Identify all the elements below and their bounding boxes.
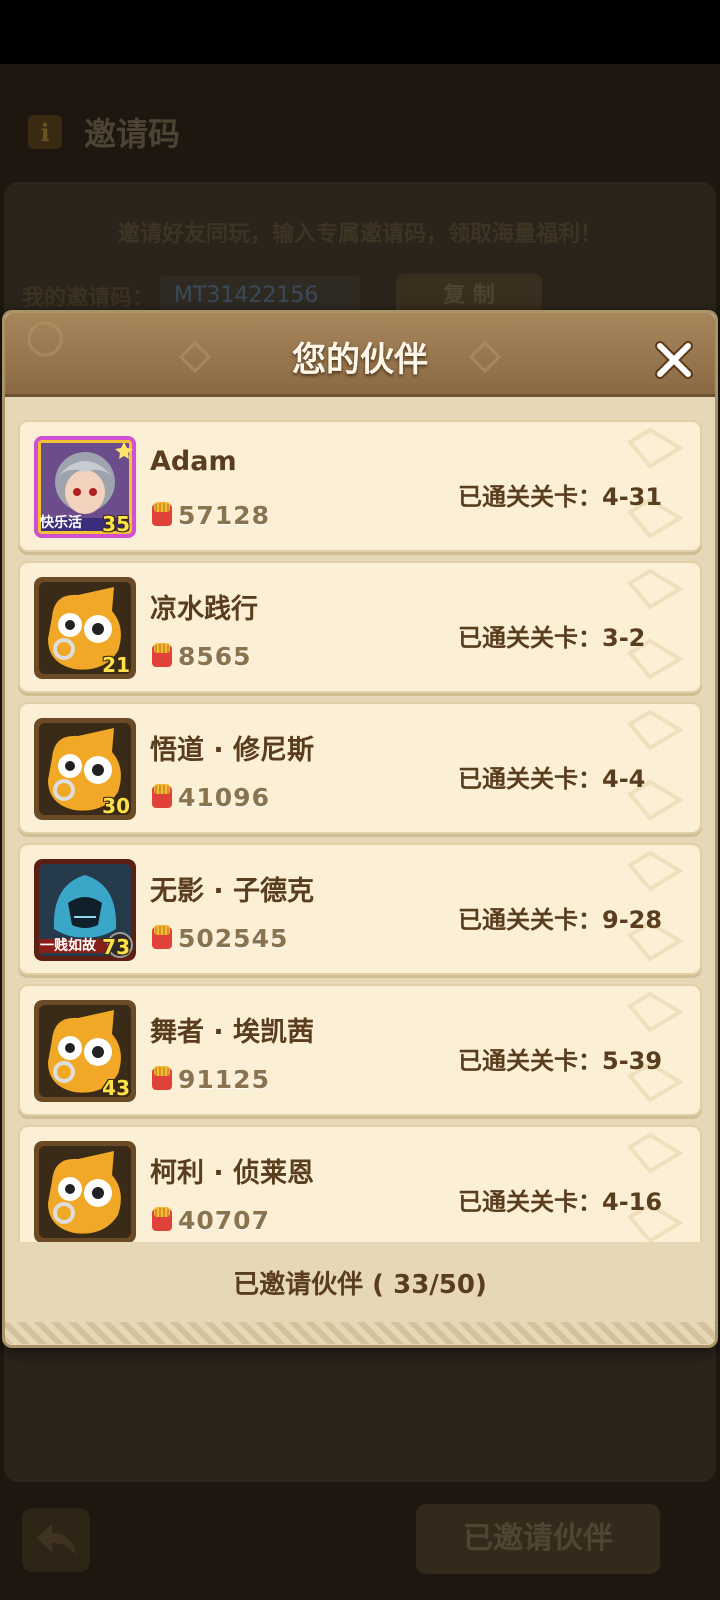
partner-card[interactable]: 43 舞者 · 埃凯茜 91125 已通关关卡：5-39 [18,984,702,1116]
partner-list[interactable]: 快乐活 35 Adam 57128 已通关关卡：4-31 21 凉水践行 856… [18,420,702,1242]
back-button [22,1508,90,1572]
stage-progress: 已通关关卡：5-39 [458,1047,663,1075]
fist-icon [152,502,172,526]
power-row: 40707 [150,1205,270,1235]
avatar[interactable]: 21 [34,577,136,679]
level-badge: 35 [102,512,130,536]
power-value: 40707 [178,1205,270,1235]
level-badge: 43 [102,1076,130,1100]
power-value: 91125 [178,1064,270,1094]
level-badge: 73 [102,935,130,959]
avatar[interactable]: 43 [34,1000,136,1102]
avatar-tag: 快乐活 [40,515,82,531]
partner-name: 舞者 · 埃凯茜 [150,1017,315,1048]
close-button[interactable] [652,338,696,382]
avatar[interactable]: 30 [34,718,136,820]
power-value: 502545 [178,923,289,953]
yellow-mascot-icon [34,1141,136,1242]
invite-code-label: 我的邀请码： [22,286,155,311]
partner-name: 无影 · 子德克 [150,876,315,907]
stage-progress: 已通关关卡：4-31 [458,483,663,511]
partner-card[interactable]: 30 悟道 · 修尼斯 41096 已通关关卡：4-4 [18,702,702,834]
power-row: 91125 [150,1064,270,1094]
partner-card[interactable]: 一贱如故 73 无影 · 子德克 502545 已通关关卡：9-28 [18,843,702,975]
stage-progress: 已通关关卡：4-4 [458,765,646,793]
fist-icon [152,784,172,808]
stage-progress: 已通关关卡：3-2 [458,624,646,652]
power-row: 57128 [150,500,270,530]
partners-dialog: 您的伙伴 快乐活 35 Adam 57128 已通关关卡：4-31 21 凉水践… [2,310,718,1348]
stage-progress: 已通关关卡：9-28 [458,906,663,934]
info-icon: i [28,115,62,149]
background-title-row: i 邀请码 [28,112,181,153]
background-title: 邀请码 [84,115,181,153]
partner-card[interactable]: 21 凉水践行 8565 已通关关卡：3-2 [18,561,702,693]
power-value: 41096 [178,782,270,812]
partner-name: 凉水践行 [150,594,258,625]
partner-card[interactable]: 快乐活 35 Adam 57128 已通关关卡：4-31 [18,420,702,552]
status-bar [0,0,720,64]
invited-partners-button: 已邀请伙伴 [416,1504,660,1574]
level-badge: 30 [102,794,130,818]
dialog-title: 您的伙伴 [292,340,428,380]
partner-name: 悟道 · 修尼斯 [150,735,315,766]
fist-icon [152,643,172,667]
power-value: 57128 [178,500,270,530]
power-row: 502545 [150,923,288,953]
fist-icon [152,1207,172,1231]
power-row: 8565 [150,641,252,671]
partner-card[interactable]: 柯利 · 侦莱恩 40707 已通关关卡：4-16 [18,1125,702,1242]
invited-count: 已邀请伙伴 ( 33/50) [233,1270,487,1300]
partner-name: Adam [150,446,237,477]
level-badge: 21 [102,653,130,677]
footer-pattern [5,1322,715,1344]
avatar[interactable]: 一贱如故 73 [34,859,136,961]
background-description: 邀请好友同玩，输入专属邀请码，领取海量福利！ [117,222,602,247]
power-row: 41096 [150,782,270,812]
dialog-footer: 已邀请伙伴 ( 33/50) [5,1242,715,1322]
stage-progress: 已通关关卡：4-16 [458,1188,663,1216]
close-icon [655,341,693,379]
avatar[interactable]: 快乐活 35 [34,436,136,538]
fist-icon [152,925,172,949]
back-arrow-icon [36,1524,76,1556]
avatar-tag: 一贱如故 [40,938,96,954]
fist-icon [152,1066,172,1090]
avatar[interactable] [34,1141,136,1242]
power-value: 8565 [178,641,252,671]
partner-name: 柯利 · 侦莱恩 [150,1158,315,1189]
